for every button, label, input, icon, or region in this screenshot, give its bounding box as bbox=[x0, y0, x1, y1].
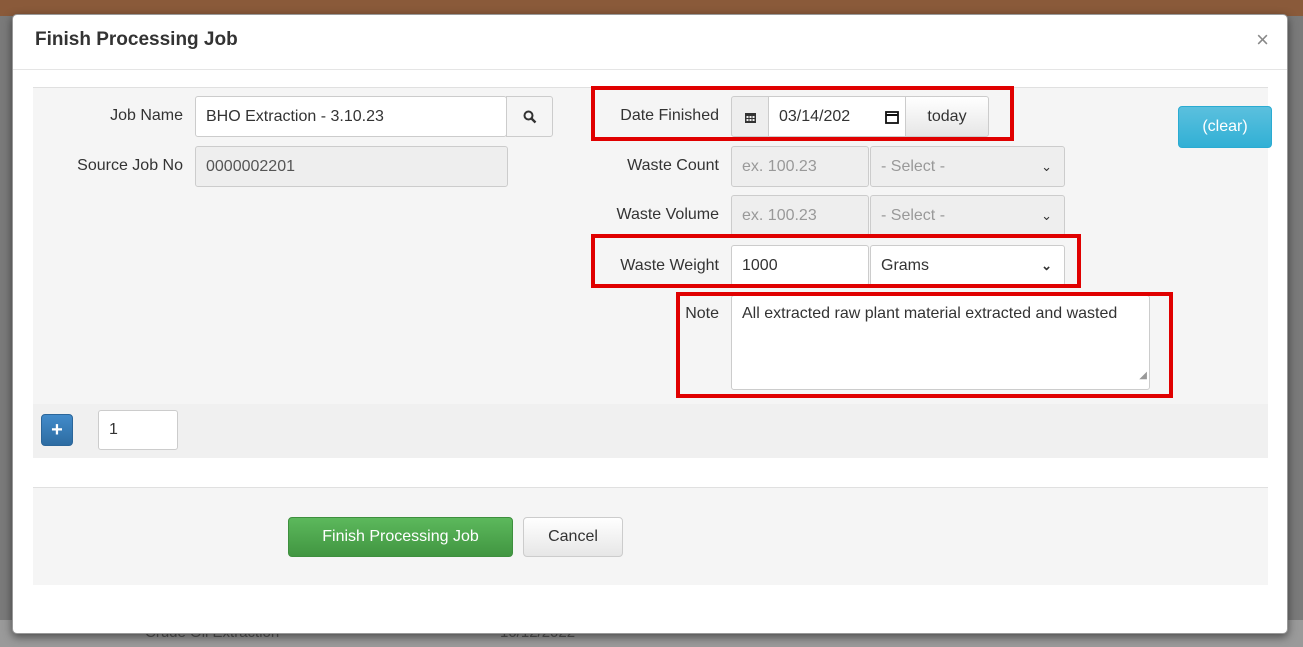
cancel-button[interactable]: Cancel bbox=[523, 517, 623, 557]
waste-count-input[interactable]: ex. 100.23 bbox=[731, 146, 869, 187]
date-finished-label: Date Finished bbox=[620, 107, 719, 124]
calendar-addon bbox=[731, 96, 769, 137]
search-icon bbox=[523, 110, 536, 124]
chevron-down-icon: ⌄ bbox=[1041, 258, 1052, 273]
waste-count-label: Waste Count bbox=[627, 157, 719, 174]
note-value: All extracted raw plant material extract… bbox=[742, 305, 1118, 322]
modal-footer: Finish Processing Job Cancel bbox=[33, 487, 1268, 585]
add-rows-strip: + 1 bbox=[33, 404, 1268, 458]
note-textarea[interactable]: All extracted raw plant material extract… bbox=[731, 295, 1150, 390]
source-job-no-label: Source Job No bbox=[77, 157, 183, 174]
resize-grip-icon[interactable]: ◢ bbox=[1139, 364, 1147, 388]
clear-button[interactable]: (clear) bbox=[1178, 106, 1272, 148]
form-panel: Job Name BHO Extraction - 3.10.23 Source… bbox=[33, 86, 1272, 405]
plus-icon: + bbox=[51, 419, 63, 441]
waste-weight-unit-value: Grams bbox=[881, 257, 929, 274]
waste-count-unit-value: - Select - bbox=[881, 158, 946, 175]
job-name-label: Job Name bbox=[110, 107, 183, 124]
waste-weight-label: Waste Weight bbox=[620, 257, 719, 274]
date-picker-icon[interactable] bbox=[885, 110, 899, 124]
job-name-search-button[interactable] bbox=[506, 96, 553, 137]
waste-weight-unit-select[interactable]: Grams ⌄ bbox=[870, 245, 1065, 286]
waste-volume-unit-value: - Select - bbox=[881, 207, 946, 224]
add-row-button[interactable]: + bbox=[41, 414, 73, 446]
chevron-down-icon: ⌄ bbox=[1041, 208, 1052, 223]
calendar-icon bbox=[744, 112, 756, 123]
date-finished-value: 03/14/202 bbox=[779, 108, 851, 125]
date-finished-input[interactable]: 03/14/202 bbox=[768, 96, 906, 137]
today-button[interactable]: today bbox=[905, 96, 989, 137]
chevron-down-icon: ⌄ bbox=[1041, 159, 1052, 174]
job-name-input[interactable]: BHO Extraction - 3.10.23 bbox=[195, 96, 507, 137]
source-job-no-field: 0000002201 bbox=[195, 146, 508, 187]
finish-processing-job-button[interactable]: Finish Processing Job bbox=[288, 517, 513, 557]
waste-weight-input[interactable]: 1000 bbox=[731, 245, 869, 286]
close-icon[interactable]: × bbox=[1256, 27, 1269, 53]
modal-title: Finish Processing Job bbox=[35, 29, 238, 50]
note-label: Note bbox=[685, 305, 719, 322]
waste-volume-label: Waste Volume bbox=[616, 206, 719, 223]
modal-header: Finish Processing Job × bbox=[13, 15, 1287, 70]
row-count-input[interactable]: 1 bbox=[98, 410, 178, 450]
waste-volume-input[interactable]: ex. 100.23 bbox=[731, 195, 869, 236]
waste-count-unit-select[interactable]: - Select - ⌄ bbox=[870, 146, 1065, 187]
finish-processing-job-modal: Finish Processing Job × Job Name BHO Ext… bbox=[12, 14, 1288, 634]
waste-volume-unit-select[interactable]: - Select - ⌄ bbox=[870, 195, 1065, 236]
